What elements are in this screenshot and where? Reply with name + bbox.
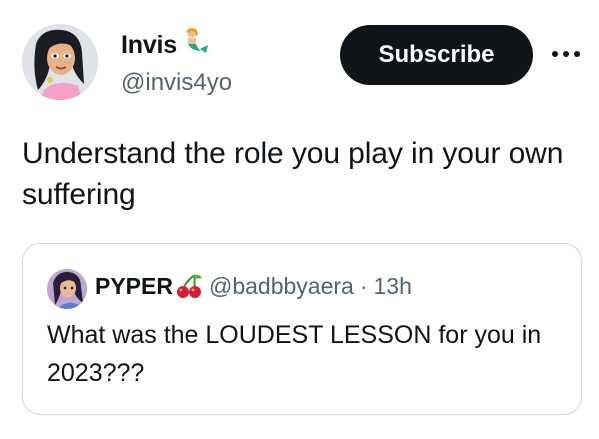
cherries-icon [175,272,203,300]
mermaid-icon [181,27,209,62]
author-avatar[interactable] [22,24,98,100]
ellipsis-icon [552,51,558,57]
more-options-button[interactable] [544,42,588,66]
quoted-timestamp[interactable]: 13h [374,271,412,301]
quoted-tweet-card[interactable]: PYPER @badbbyaera · 13h What was the LOU… [22,243,582,415]
meta-separator: · [359,273,368,299]
quoted-display-name[interactable]: PYPER [95,271,173,301]
quoted-handle[interactable]: @badbbyaera [209,271,354,301]
quoted-tweet-text: What was the LOUDEST LESSON for you in 2… [47,321,542,387]
author-handle[interactable]: @invis4yo [121,68,232,98]
tweet-text: Understand the role you play in your own… [22,137,564,211]
quoted-header: PYPER @badbbyaera · 13h [95,271,412,301]
author-display-name[interactable]: Invis [121,30,177,60]
cartoon-avatar-icon [47,269,87,309]
author-name-row[interactable]: Invis [121,27,209,62]
quoted-author-avatar[interactable] [47,269,87,309]
ellipsis-icon-dot [574,51,580,57]
subscribe-button[interactable]: Subscribe [340,25,533,85]
cartoon-avatar-icon [22,24,98,100]
ellipsis-icon-dot [563,51,569,57]
